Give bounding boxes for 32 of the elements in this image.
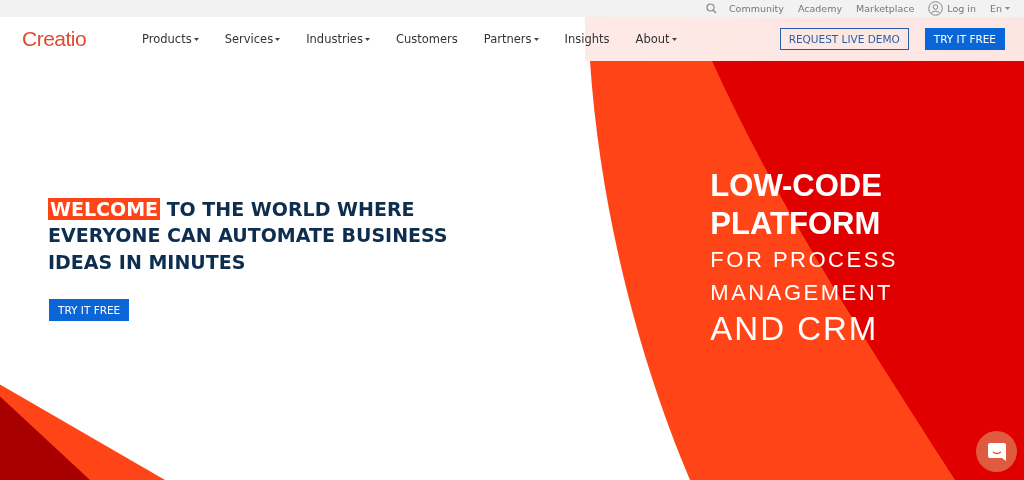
- top-link[interactable]: Community: [728, 3, 784, 14]
- login-link[interactable]: Log in: [928, 1, 976, 16]
- nav-item[interactable]: Products: [142, 32, 199, 46]
- caret-icon: [533, 37, 539, 41]
- nav-item[interactable]: Customers: [395, 32, 458, 46]
- caret-icon: [671, 37, 677, 41]
- top-link[interactable]: Marketplace: [856, 3, 915, 14]
- caret-icon: [364, 37, 370, 41]
- hero-heading: WELCOME TO THE WORLD WHERE EVERYONE CAN AUTOMATE BUSINESS IDEAS IN MINUTES: [48, 196, 448, 275]
- user-icon: [928, 1, 944, 16]
- search-icon[interactable]: [705, 3, 717, 14]
- tagline-line: FOR PROCESS: [710, 246, 898, 274]
- tagline-line: PLATFORM: [710, 205, 882, 243]
- top-link[interactable]: Academy: [797, 3, 843, 14]
- caret-icon: [1005, 7, 1010, 10]
- chat-icon: [986, 441, 1007, 462]
- try-free-button[interactable]: TRY IT FREE: [924, 28, 1005, 50]
- request-demo-button[interactable]: REQUEST LIVE DEMO: [779, 28, 909, 50]
- caret-icon: [193, 37, 199, 41]
- login-text[interactable]: Log in: [947, 3, 976, 14]
- tagline-line: AND CRM: [710, 309, 880, 349]
- nav-item[interactable]: Insights: [564, 32, 610, 46]
- nav-item[interactable]: Industries: [306, 32, 370, 46]
- language-selector[interactable]: En: [989, 3, 1010, 14]
- try-free-button[interactable]: TRY IT FREE: [49, 299, 130, 322]
- nav-item[interactable]: About: [635, 32, 677, 46]
- nav-item[interactable]: Services: [224, 32, 281, 46]
- nav-item[interactable]: Partners: [483, 32, 539, 46]
- logo[interactable]: Creatio: [22, 27, 142, 51]
- tagline-line: LOW-CODE: [710, 167, 883, 205]
- tagline-line: MANAGEMENT: [710, 279, 895, 307]
- caret-icon: [275, 37, 281, 41]
